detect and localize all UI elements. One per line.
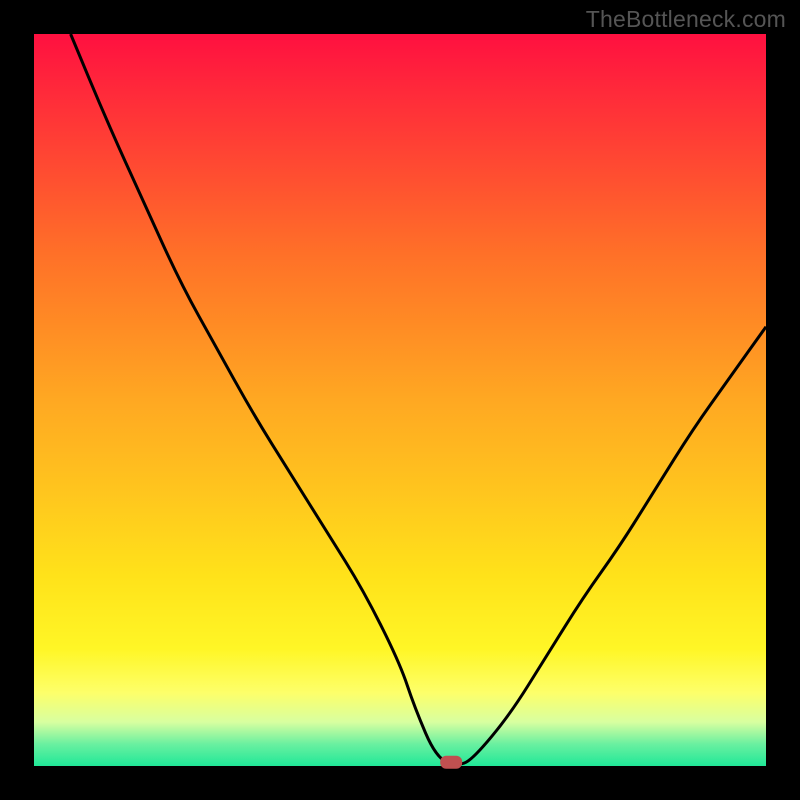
watermark-text: TheBottleneck.com	[586, 6, 786, 33]
bottleneck-curve	[71, 34, 766, 764]
chart-svg	[34, 34, 766, 766]
curve-marker	[440, 756, 462, 769]
